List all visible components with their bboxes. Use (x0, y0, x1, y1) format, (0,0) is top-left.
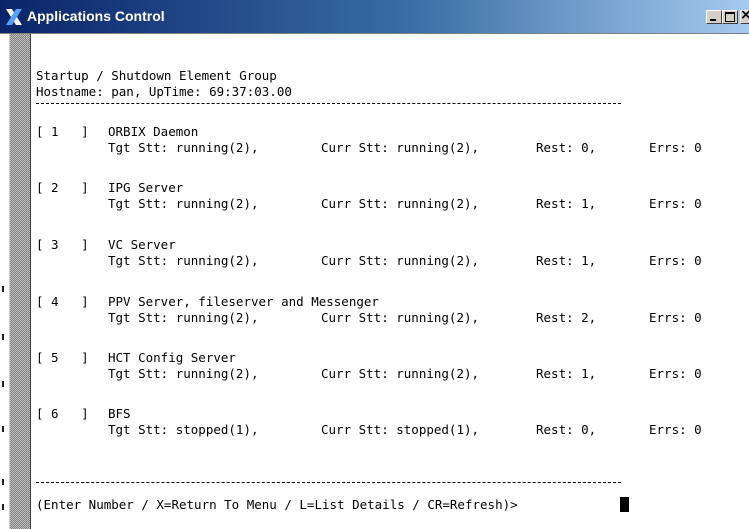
element-name: VC Server (108, 237, 176, 252)
element-number: [ 5 ] (36, 350, 89, 365)
host-uptime-line: Hostname: pan, UpTime: 69:37:03.00 (36, 84, 292, 99)
restart-count: Rest: 0, (536, 422, 597, 437)
target-state: Tgt Stt: running(2), (108, 366, 259, 381)
element-number: [ 1 ] (36, 124, 89, 139)
vertical-scrollbar[interactable] (10, 34, 31, 529)
command-prompt: (Enter Number / X=Return To Menu / L=Lis… (36, 497, 518, 512)
error-count: Errs: 0 (649, 196, 702, 211)
target-state: Tgt Stt: running(2), (108, 140, 259, 155)
error-count: Errs: 0 (649, 366, 702, 381)
edge-mark (2, 479, 4, 485)
edge-mark (2, 381, 4, 387)
terminal-screen[interactable]: Startup / Shutdown Element Group Hostnam… (31, 34, 749, 529)
element-name: HCT Config Server (108, 350, 236, 365)
current-state: Curr Stt: running(2), (321, 140, 480, 155)
group-heading: Startup / Shutdown Element Group (36, 68, 277, 83)
separator-bottom (36, 482, 621, 483)
edge-mark (2, 504, 4, 510)
current-state: Curr Stt: running(2), (321, 253, 480, 268)
element-name: IPG Server (108, 180, 184, 195)
element-number: [ 4 ] (36, 294, 89, 309)
current-state: Curr Stt: running(2), (321, 366, 480, 381)
text-cursor[interactable] (620, 497, 629, 512)
close-button[interactable] (740, 7, 749, 24)
edge-mark (2, 334, 4, 340)
target-state: Tgt Stt: running(2), (108, 196, 259, 211)
error-count: Errs: 0 (649, 140, 702, 155)
element-number: [ 2 ] (36, 180, 89, 195)
current-state: Curr Stt: running(2), (321, 310, 480, 325)
minimize-button[interactable] (706, 10, 722, 24)
current-state: Curr Stt: stopped(1), (321, 422, 480, 437)
restart-count: Rest: 1, (536, 366, 597, 381)
target-state: Tgt Stt: running(2), (108, 253, 259, 268)
error-count: Errs: 0 (649, 253, 702, 268)
element-number: [ 3 ] (36, 237, 89, 252)
restart-count: Rest: 0, (536, 140, 597, 155)
left-edge-strip (0, 34, 9, 529)
restart-count: Rest: 2, (536, 310, 597, 325)
edge-mark (2, 426, 4, 432)
maximize-button[interactable] (722, 10, 738, 24)
target-state: Tgt Stt: stopped(1), (108, 422, 259, 437)
edge-mark (2, 286, 4, 292)
application-window: Applications Control Startup / Shutdown … (0, 0, 749, 529)
element-name: ORBIX Daemon (108, 124, 199, 139)
current-state: Curr Stt: running(2), (321, 196, 480, 211)
error-count: Errs: 0 (649, 422, 702, 437)
app-x-icon (6, 9, 22, 25)
restart-count: Rest: 1, (536, 253, 597, 268)
element-name: PPV Server, fileserver and Messenger (108, 294, 379, 309)
element-number: [ 6 ] (36, 406, 89, 421)
title-bar[interactable]: Applications Control (0, 0, 749, 34)
restart-count: Rest: 1, (536, 196, 597, 211)
window-title: Applications Control (27, 8, 165, 24)
target-state: Tgt Stt: running(2), (108, 310, 259, 325)
error-count: Errs: 0 (649, 310, 702, 325)
separator-top (36, 103, 621, 104)
element-name: BFS (108, 406, 131, 421)
